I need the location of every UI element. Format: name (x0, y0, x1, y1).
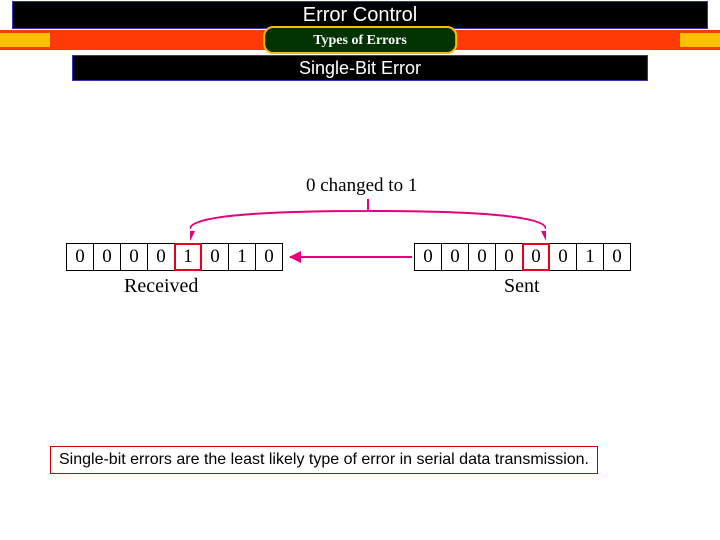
title-text: Error Control (303, 2, 417, 28)
title-bar: Error Control (12, 1, 708, 29)
subtitle-badge: Types of Errors (263, 26, 457, 54)
diagram: 0 changed to 1 00001010 00000010 Receive… (52, 175, 672, 325)
received-bit: 0 (255, 243, 283, 271)
received-bit: 1 (228, 243, 256, 271)
received-bit: 0 (201, 243, 229, 271)
sent-bit: 0 (441, 243, 469, 271)
received-byte: 00001010 (66, 243, 283, 271)
sent-bit: 0 (603, 243, 631, 271)
footer-note: Single-bit errors are the least likely t… (50, 446, 598, 474)
callout-arrow-icon (190, 199, 546, 243)
received-label: Received (124, 275, 198, 298)
section-bar: Single-Bit Error (72, 55, 648, 81)
received-bit: 0 (66, 243, 94, 271)
sent-byte: 00000010 (414, 243, 631, 271)
slide: Error Control Types of Errors Single-Bit… (0, 0, 720, 540)
sent-label: Sent (504, 275, 540, 298)
change-label: 0 changed to 1 (306, 175, 417, 197)
sent-bit: 0 (495, 243, 523, 271)
section-text: Single-Bit Error (299, 56, 421, 80)
sent-bit: 0 (549, 243, 577, 271)
received-bit: 0 (93, 243, 121, 271)
received-bit: 0 (120, 243, 148, 271)
sent-bit: 0 (522, 243, 550, 271)
received-bit: 0 (147, 243, 175, 271)
received-bit: 1 (174, 243, 202, 271)
sent-bit: 0 (468, 243, 496, 271)
sent-bit: 1 (576, 243, 604, 271)
footer-text: Single-bit errors are the least likely t… (59, 451, 589, 468)
sent-bit: 0 (414, 243, 442, 271)
subtitle-text: Types of Errors (313, 33, 407, 48)
transmission-arrow-icon (290, 256, 412, 258)
